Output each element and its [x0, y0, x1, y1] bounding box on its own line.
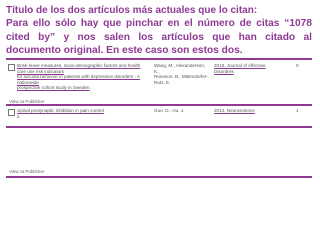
result-year-source[interactable]: 2018, Journal of Affective Disorders: [214, 63, 286, 74]
result-title-line[interactable]: Brisk-leave measures, socio-demographic …: [17, 63, 140, 74]
result-title-line[interactable]: for suicidal behavior in patients with d…: [17, 74, 140, 85]
result-title-line[interactable]: prospective cohort study in Sweden: [17, 85, 90, 90]
slide-body: Para ello sólo hay que pinchar en el núm…: [6, 18, 312, 56]
author-line[interactable]: Wang, M., Alexanderson, K.,: [154, 63, 205, 74]
slide-title: Título de los dos artículos más actuales…: [6, 5, 258, 16]
select-checkbox[interactable]: [8, 109, 15, 116]
author-line[interactable]: Runeson, B., Mittendorfer-Rutz, E.: [154, 74, 208, 85]
result-authors: Wang, M., Alexanderson, K., Runeson, B.,…: [154, 63, 210, 85]
view-at-publisher-link[interactable]: View at Publisher: [9, 169, 44, 174]
result-row-2: Spinal presynaptic inhibition in pain co…: [6, 108, 312, 124]
select-checkbox[interactable]: [8, 64, 15, 71]
highlight-line-top-2: [6, 126, 312, 128]
result-cited-by[interactable]: 0: [296, 63, 310, 69]
year-source-text[interactable]: 2014, Neuroscience: [214, 108, 255, 113]
result-title-line[interactable]: Spinal presynaptic inhibition in pain co…: [17, 108, 104, 113]
highlight-line-bottom-1: [6, 104, 312, 106]
result-year-source[interactable]: 2014, Neuroscience: [214, 108, 286, 114]
result-row-1: Brisk-leave measures, socio-demographic …: [6, 63, 312, 104]
year-source-text[interactable]: 2018, Journal of Affective Disorders: [214, 63, 266, 74]
highlight-line-top-1: [6, 58, 312, 60]
result-title[interactable]: Spinal presynaptic inhibition in pain co…: [17, 108, 150, 119]
result-authors: Guo, D., Hu, J.: [154, 108, 210, 114]
author-line[interactable]: Guo, D., Hu, J.: [154, 108, 184, 113]
scopus-results-screenshot: Brisk-leave measures, socio-demographic …: [6, 58, 312, 178]
highlight-line-bottom-2: [6, 176, 312, 178]
result-title-line: 2: [17, 113, 20, 119]
slide-text-block: Título de los dos artículos más actuales…: [6, 4, 312, 58]
result-title[interactable]: Brisk-leave measures, socio-demographic …: [17, 63, 150, 91]
result-cited-by[interactable]: 1: [296, 108, 310, 114]
